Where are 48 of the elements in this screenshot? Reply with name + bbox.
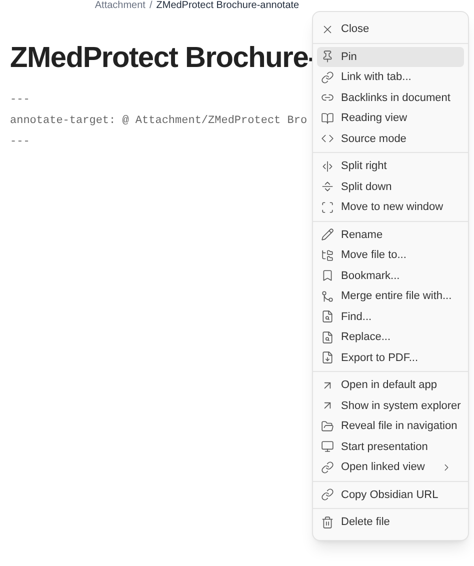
frontmatter-line: --- (10, 94, 30, 106)
pencil-icon (321, 228, 334, 242)
link-icon (321, 460, 334, 474)
menu-item[interactable]: Reading view (317, 108, 464, 128)
folder-icon (321, 420, 334, 433)
menu-item[interactable]: Find... (317, 306, 464, 327)
menu-item[interactable]: Backlinks in document (317, 88, 464, 108)
tree-icon (321, 248, 334, 262)
menu-item[interactable]: Rename (317, 224, 464, 245)
pin-icon (321, 50, 334, 64)
menu-item[interactable]: Move to new window (317, 197, 464, 218)
merge-icon (321, 290, 334, 303)
frontmatter-line: annotate-target: @ Attachment/ZMedProtect Bro (10, 115, 308, 127)
breadcrumb-item[interactable]: Attachment (94, 0, 146, 12)
menu-item[interactable]: Open in default app (317, 375, 464, 396)
menu-item[interactable]: Bookmark... (317, 266, 464, 286)
file-search-icon (321, 310, 334, 324)
menu-item[interactable]: Link with tab... (317, 67, 464, 88)
link-icon (321, 488, 334, 502)
note-title: ZMedProtect Brochure- (10, 41, 318, 76)
link-icon (321, 70, 334, 84)
file-search-icon (321, 330, 334, 344)
split-vertical-icon (321, 160, 334, 173)
menu-item[interactable]: Merge entire file with... (317, 286, 464, 306)
menu-item[interactable]: Split right (317, 156, 464, 176)
frontmatter-line: --- (10, 136, 30, 148)
menu-item[interactable]: Export to PDF... (317, 348, 464, 368)
menu-item[interactable]: Delete file (317, 512, 464, 532)
menu-item[interactable]: Move file to... (317, 245, 464, 266)
menu-item[interactable]: Start presentation (317, 436, 464, 457)
menu-item[interactable]: Replace... (317, 327, 464, 348)
file-export-icon (321, 351, 334, 364)
trash-icon (321, 516, 334, 529)
menu-item[interactable]: Open linked view (317, 457, 464, 478)
menu-item[interactable]: Close (317, 19, 464, 40)
menu-item[interactable]: Copy Obsidian URL (317, 484, 464, 505)
menu-item[interactable]: Split down (317, 176, 464, 197)
breadcrumb-item[interactable]: ZMedProtect Brochure-annotate (156, 0, 300, 12)
split-horizontal-icon (321, 180, 334, 194)
menu-item[interactable]: Show in system explorer (317, 396, 464, 416)
frame-icon (321, 200, 334, 214)
breadcrumb-item[interactable]: / (149, 0, 152, 12)
menu-item[interactable]: Reveal file in navigation (317, 416, 464, 436)
book-icon (321, 112, 334, 125)
menu-item[interactable]: Pin (317, 46, 464, 67)
menu-item[interactable]: Source mode (317, 128, 464, 149)
bookmark-icon (321, 269, 334, 282)
monitor-icon (321, 440, 334, 454)
